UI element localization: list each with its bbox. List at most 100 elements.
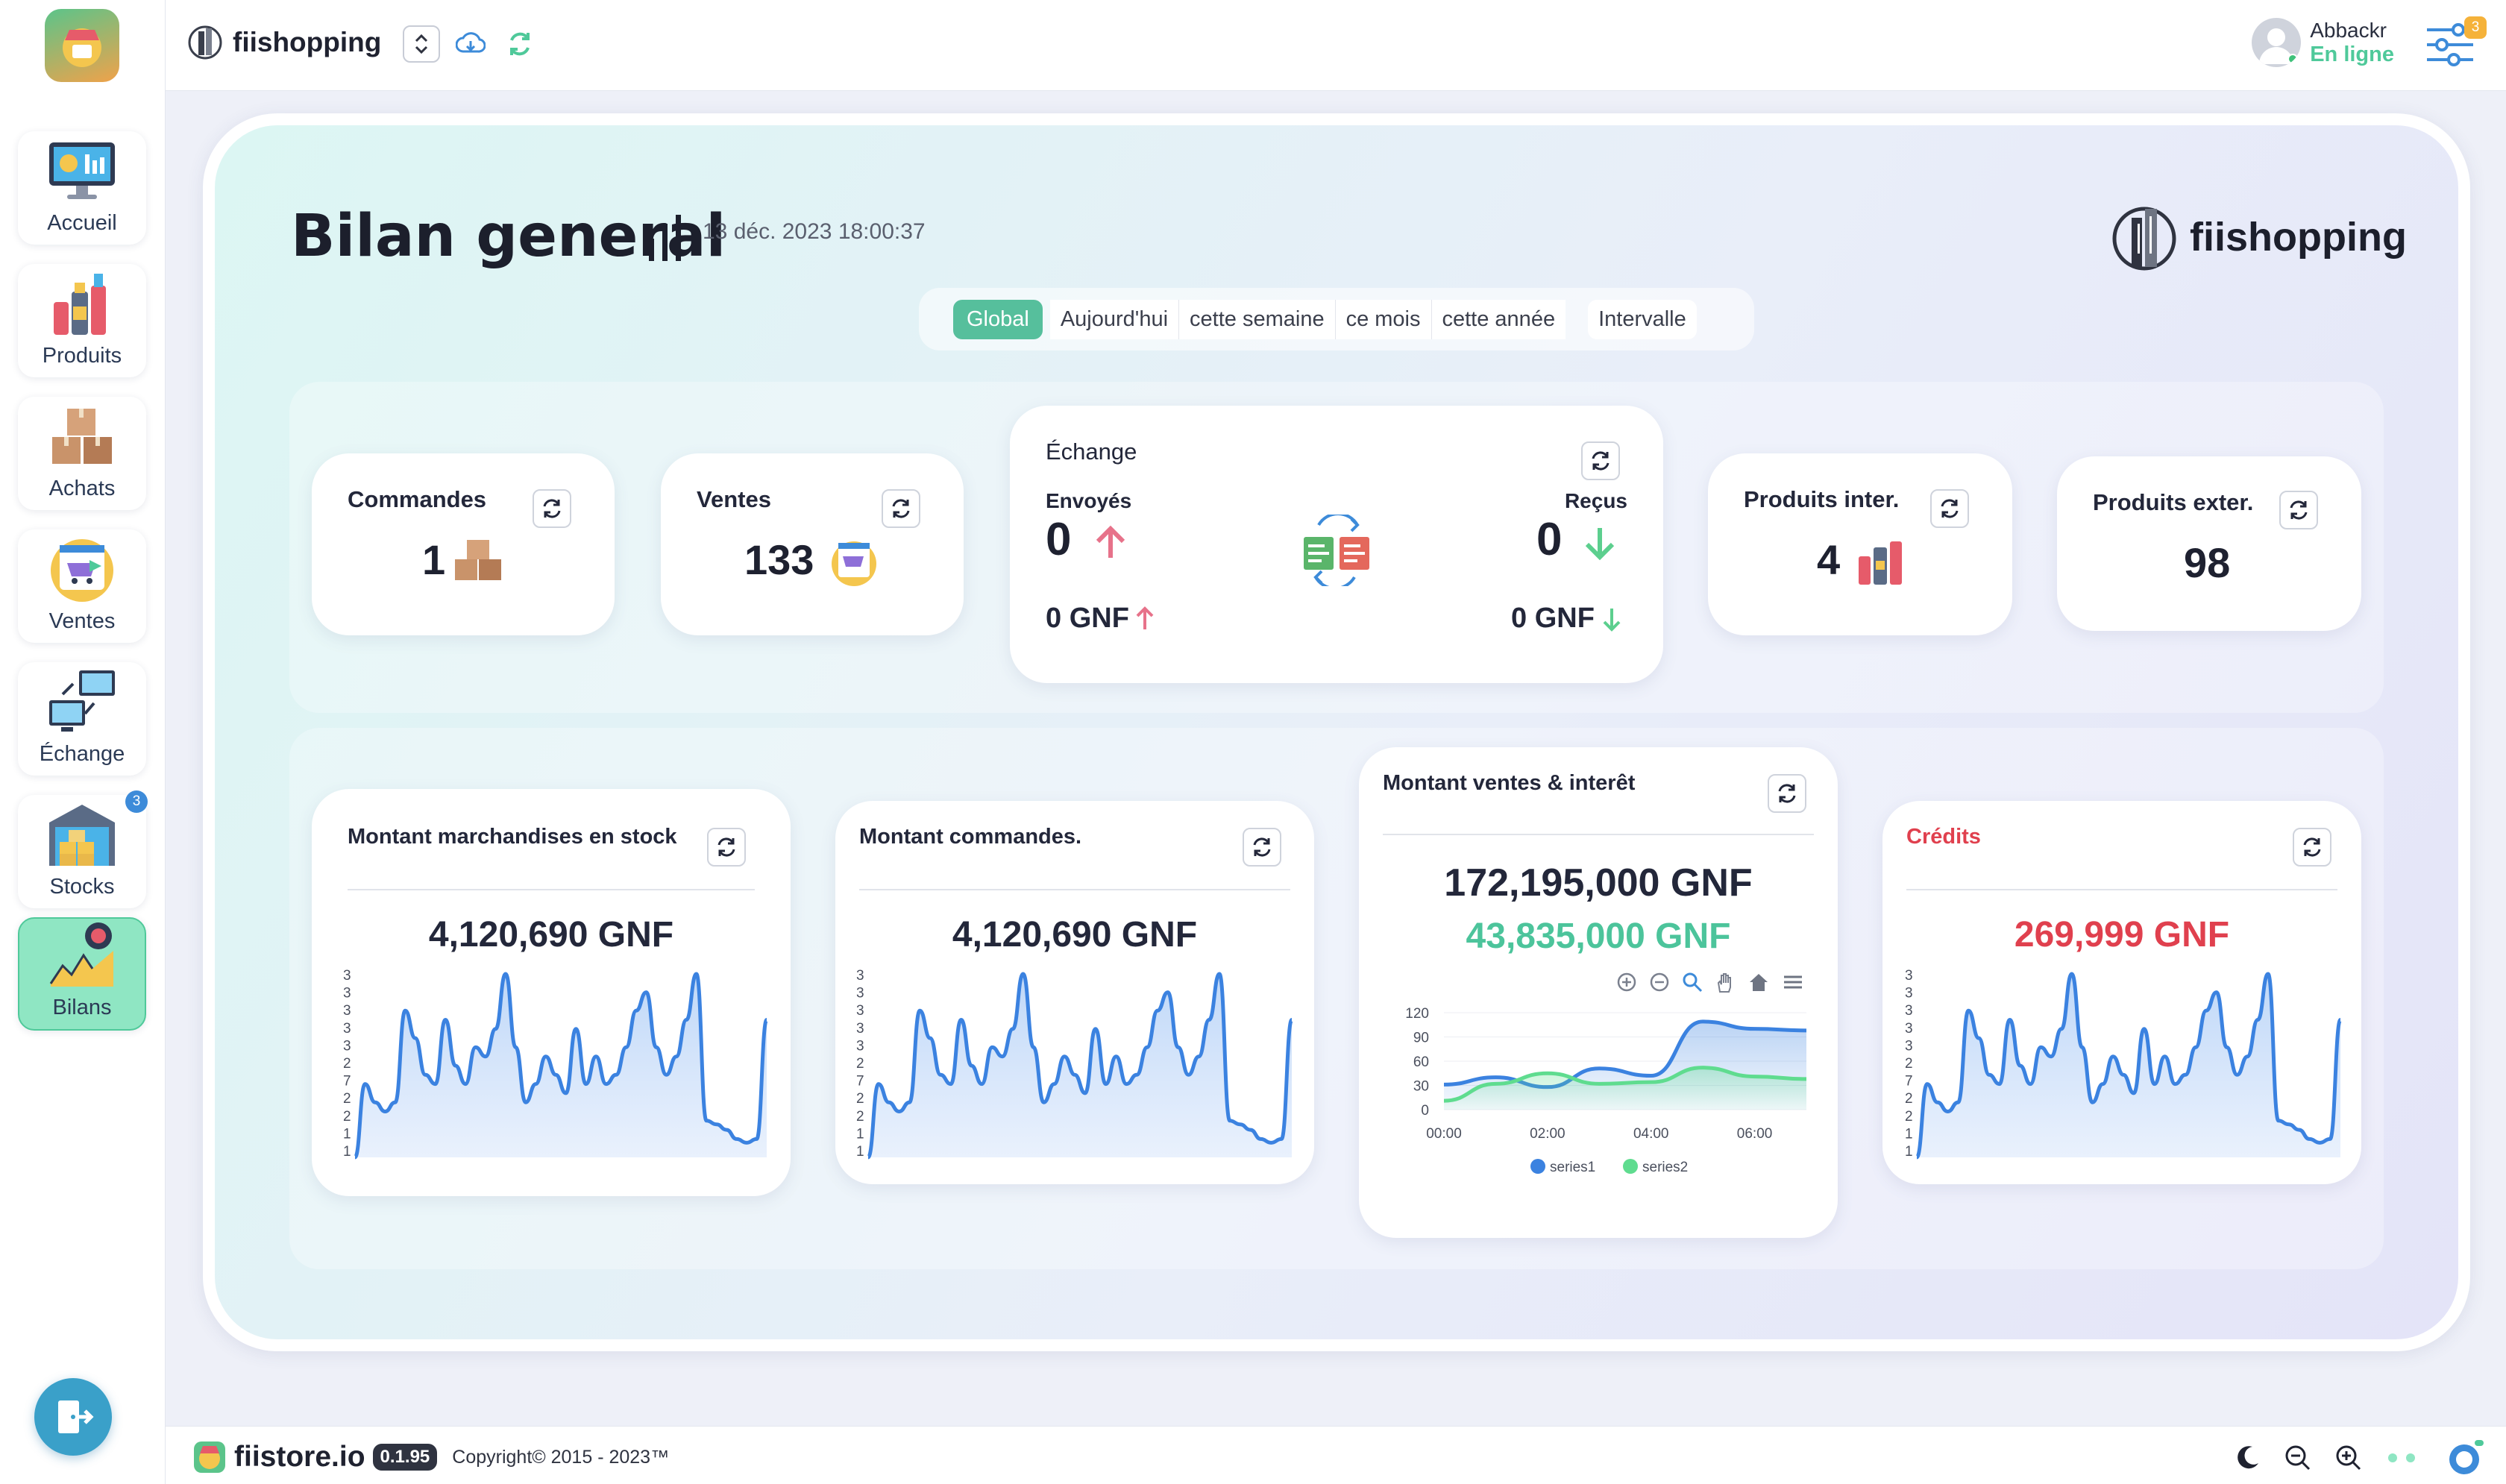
top-bar: fiishopping Abbackr En ligne 3 xyxy=(166,0,2506,91)
settings-button[interactable]: 3 xyxy=(2424,16,2487,69)
divider xyxy=(348,889,755,890)
y-tick-label: 3 xyxy=(856,1038,864,1054)
support-agent-icon[interactable] xyxy=(2445,1439,2484,1477)
building-logo-icon xyxy=(2112,207,2176,271)
card-title: Échange xyxy=(1046,438,1137,465)
series-area xyxy=(868,974,1292,1157)
store-switch-button[interactable] xyxy=(403,25,440,63)
zoom-in-icon[interactable] xyxy=(1615,971,1638,993)
report-date: 13 déc. 2023 18:00:37 xyxy=(703,219,926,244)
amount-value: 172,195,000 GNF xyxy=(1444,861,1753,905)
sidebar-item-accueil[interactable]: Accueil xyxy=(18,131,146,245)
dashboard-monitor-icon xyxy=(45,135,119,207)
version-badge: 0.1.95 xyxy=(372,1444,438,1471)
divider xyxy=(859,889,1290,890)
filter-global[interactable]: Global xyxy=(953,299,1043,339)
sidebar-item-echange[interactable]: Échange xyxy=(18,662,146,776)
interest-value: 43,835,000 GNF xyxy=(1466,917,1731,956)
y-tick-label: 1 xyxy=(1905,1126,1913,1142)
x-tick-label: 06:00 xyxy=(1737,1126,1773,1142)
footer-brand: fiistore.io 0.1.95 Copyright© 2015 - 202… xyxy=(192,1440,669,1474)
refresh-button[interactable] xyxy=(1243,828,1281,867)
card-title: Montant marchandises en stock xyxy=(348,825,677,849)
logout-button[interactable] xyxy=(34,1378,112,1456)
refresh-button[interactable] xyxy=(533,489,571,528)
sidebar: Accueil Produits Achats Ventes Échange S… xyxy=(0,0,166,1484)
card-title: Crédits xyxy=(1906,825,1981,849)
refresh-button[interactable] xyxy=(1581,441,1620,480)
refresh-button[interactable] xyxy=(2293,828,2331,867)
copyright: Copyright© 2015 - 2023™ xyxy=(452,1446,670,1468)
y-tick-label: 2 xyxy=(856,1109,864,1125)
y-tick-label: 1 xyxy=(343,1144,351,1160)
refresh-icon xyxy=(1778,784,1796,803)
ventes-interest-chart: 0 30 60 90 120 00:00 02:00 04:00 06:00 series1 ser… xyxy=(1405,1006,1807,1175)
dark-mode-moon-icon[interactable] xyxy=(2233,1444,2261,1472)
sidebar-item-label: Achats xyxy=(48,477,116,500)
menu-icon[interactable] xyxy=(1781,971,1805,993)
amount-value: 4,120,690 GNF xyxy=(428,915,674,955)
y-tick-label: 3 xyxy=(856,1021,864,1037)
cloud-download-button[interactable] xyxy=(452,25,489,63)
sent-label: Envoyés xyxy=(1046,489,1132,512)
app-logo[interactable] xyxy=(45,9,119,82)
period-filter-group: Aujourd'hui cette semaine ce mois cette … xyxy=(1049,299,1566,339)
reset-home-icon[interactable] xyxy=(1747,971,1771,993)
x-tick-label: 04:00 xyxy=(1633,1126,1669,1142)
received-value: 0 xyxy=(1536,514,1563,565)
filter-today[interactable]: Aujourd'hui xyxy=(1049,299,1180,339)
sidebar-item-stocks[interactable]: Stocks 3 xyxy=(18,790,148,908)
y-tick-label: 3 xyxy=(343,968,351,984)
stock-amount-card: Montant marchandises en stock 4,120,690 … xyxy=(312,789,791,1196)
zoom-out-icon[interactable] xyxy=(1648,971,1671,993)
pan-hand-icon[interactable] xyxy=(1714,971,1736,993)
sidebar-item-achats[interactable]: Achats xyxy=(18,397,146,510)
store-brand[interactable]: fiishopping xyxy=(188,24,381,61)
filter-month[interactable]: ce mois xyxy=(1335,299,1432,339)
refresh-icon xyxy=(1941,499,1959,518)
arrow-up-icon xyxy=(1096,525,1125,558)
products-bottles-icon xyxy=(1859,541,1902,585)
divider xyxy=(1906,889,2337,890)
zoom-out-icon[interactable] xyxy=(2284,1444,2312,1472)
refresh-icon xyxy=(1592,451,1610,471)
sync-button[interactable] xyxy=(501,25,538,63)
sidebar-item-label: Échange xyxy=(39,742,125,766)
y-tick-label: 2 xyxy=(343,1091,351,1107)
y-tick-label: 2 xyxy=(856,1056,864,1072)
y-tick-label: 120 xyxy=(1405,1006,1429,1022)
refresh-button[interactable] xyxy=(707,828,746,867)
y-tick-label: 3 xyxy=(856,968,864,984)
y-tick-label: 1 xyxy=(856,1144,864,1160)
credits-sparkline-chart: 33333272211 xyxy=(1905,968,2343,1160)
stat-value: 133 xyxy=(744,536,814,583)
refresh-button[interactable] xyxy=(1768,774,1806,813)
series-area xyxy=(355,974,767,1157)
building-logo-icon xyxy=(188,25,222,60)
shop-logo-icon xyxy=(194,1441,225,1473)
exchange-computers-icon xyxy=(45,666,119,738)
sidebar-item-ventes[interactable]: Ventes xyxy=(18,529,146,643)
footer-tools xyxy=(2233,1439,2484,1477)
settings-badge: 3 xyxy=(2464,16,2487,39)
ventes-card: Ventes 133 xyxy=(661,453,964,635)
sidebar-item-produits[interactable]: Produits xyxy=(18,264,146,377)
refresh-button[interactable] xyxy=(1930,489,1969,528)
zoom-in-icon[interactable] xyxy=(2334,1444,2363,1472)
y-tick-label: 1 xyxy=(1905,1144,1913,1160)
produits-inter-card: Produits inter. 4 xyxy=(1708,453,2012,635)
refresh-button[interactable] xyxy=(882,489,920,528)
y-tick-label: 2 xyxy=(343,1056,351,1072)
y-tick-label: 7 xyxy=(856,1074,864,1090)
zoom-selection-icon[interactable] xyxy=(1681,971,1703,993)
card-title: Montant ventes & interêt xyxy=(1383,771,1636,795)
filter-week[interactable]: cette semaine xyxy=(1179,299,1336,339)
y-tick-label: 7 xyxy=(1905,1074,1913,1090)
refresh-button[interactable] xyxy=(2279,491,2318,529)
filter-interval[interactable]: Intervalle xyxy=(1588,299,1697,339)
user-profile[interactable]: Abbackr En ligne xyxy=(2252,18,2394,67)
arrow-down-icon xyxy=(1603,609,1621,632)
filter-year[interactable]: cette année xyxy=(1431,299,1566,339)
sidebar-item-bilans[interactable]: Bilans xyxy=(18,917,146,1031)
amount-value: 269,999 GNF xyxy=(2014,915,2230,955)
